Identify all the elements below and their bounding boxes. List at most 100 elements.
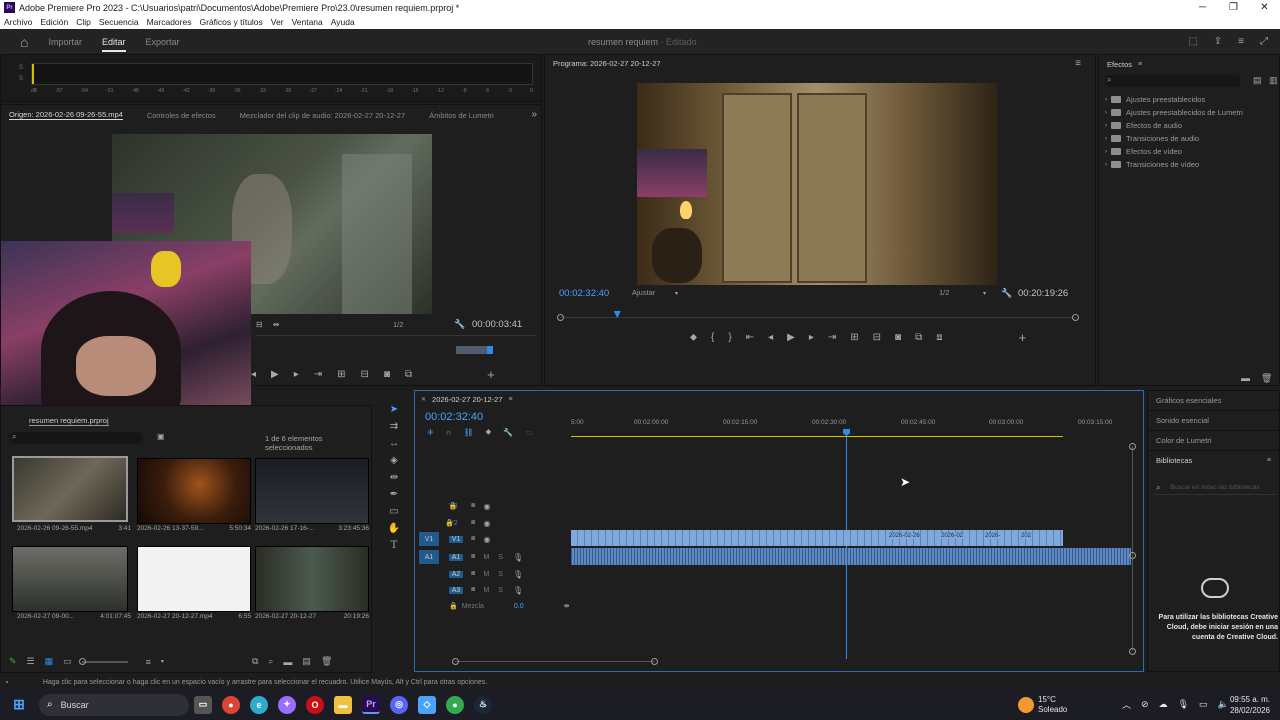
icon-view-icon[interactable]: ▦ bbox=[45, 656, 54, 667]
slip-icon[interactable]: ⇹ bbox=[390, 472, 398, 483]
chevron-down-icon[interactable]: ▾ bbox=[675, 290, 678, 297]
panel-bibliotecas[interactable]: Bibliotecas bbox=[1156, 451, 1192, 471]
sync-lock-icon[interactable]: ⧈ bbox=[471, 535, 475, 543]
new-item-icon[interactable]: ▤ bbox=[302, 656, 311, 667]
mix-end-icon[interactable]: ⇼ bbox=[564, 602, 570, 610]
effects-folder[interactable]: › Ajustes preestablecidos bbox=[1105, 93, 1275, 106]
video-clip[interactable]: 2026-02-26 2026-02 2026- 202 bbox=[571, 530, 1063, 546]
chevron-down-icon[interactable]: ▾ bbox=[983, 290, 986, 297]
project-search-input[interactable]: ⌕ bbox=[9, 432, 143, 444]
audio-clip[interactable] bbox=[571, 548, 1131, 565]
accelerated-effects-icon[interactable]: ▥ bbox=[1269, 75, 1278, 86]
linked-selection-icon[interactable]: ⛓ bbox=[463, 427, 473, 437]
step-forward-icon[interactable]: ▸ bbox=[294, 369, 299, 380]
tab-editar[interactable]: Editar bbox=[101, 37, 126, 52]
solo-button[interactable]: S bbox=[498, 587, 503, 594]
freeform-view-icon[interactable]: ▭ bbox=[63, 656, 72, 667]
clock[interactable]: 09:55 a. m. 28/02/2026 bbox=[1230, 694, 1270, 716]
mark-out-icon[interactable]: } bbox=[728, 332, 731, 343]
track-label[interactable]: A2 bbox=[449, 570, 463, 578]
add-marker-icon[interactable]: ⬥ bbox=[690, 332, 697, 343]
mark-in-icon[interactable]: { bbox=[711, 332, 714, 343]
tab-mezclador-audio[interactable]: Mezclador del clip de audio: 2026-02-27 … bbox=[240, 111, 406, 120]
timeline-timecode[interactable]: 00:02:32:40 bbox=[425, 411, 483, 423]
add-button-icon[interactable]: + bbox=[1019, 330, 1027, 345]
extract-icon[interactable]: ⊟ bbox=[873, 332, 881, 343]
menu-ayuda[interactable]: Ayuda bbox=[331, 17, 355, 27]
lock-icon[interactable]: 🔒 bbox=[449, 602, 458, 610]
premiere-taskbar-icon[interactable]: Pr bbox=[362, 695, 380, 714]
tab-exportar[interactable]: Exportar bbox=[146, 37, 180, 47]
chrome-icon[interactable]: ● bbox=[222, 695, 240, 714]
find-icon[interactable]: ⌕ bbox=[268, 656, 273, 667]
program-fit-select[interactable]: Ajustar bbox=[632, 288, 655, 297]
home-icon[interactable]: ⌂ bbox=[20, 34, 28, 50]
copilot-icon[interactable]: ✦ bbox=[278, 695, 296, 714]
project-item-thumbnail[interactable] bbox=[137, 546, 251, 612]
share-icon[interactable]: ⇪ bbox=[1214, 36, 1222, 47]
discord-icon[interactable]: ◎ bbox=[390, 695, 408, 714]
project-item-thumbnail[interactable] bbox=[137, 458, 251, 524]
source-settings-icon[interactable]: ⊟ bbox=[256, 320, 263, 329]
pen-icon[interactable]: ✒ bbox=[390, 489, 398, 500]
source-patch-v1[interactable]: V1 bbox=[419, 532, 439, 546]
library-icon[interactable]: ▤ bbox=[1253, 75, 1262, 86]
goto-in-icon[interactable]: ⇤ bbox=[746, 332, 754, 343]
sync-lock-icon[interactable]: ⧈ bbox=[471, 502, 475, 510]
solo-button[interactable]: S bbox=[498, 554, 503, 561]
sync-lock-icon[interactable]: ⧈ bbox=[471, 553, 475, 561]
source-patch-a1[interactable]: A1 bbox=[419, 550, 439, 564]
solo-button[interactable]: S bbox=[498, 571, 503, 578]
type-tool-icon[interactable]: T bbox=[391, 540, 398, 551]
pencil-icon[interactable]: ✎ bbox=[9, 656, 17, 667]
zoom-slider[interactable] bbox=[78, 657, 128, 665]
play-icon[interactable]: ▶ bbox=[787, 332, 795, 343]
step-back-icon[interactable]: ◂ bbox=[251, 369, 256, 380]
display-icon[interactable]: ▭ bbox=[1199, 699, 1208, 710]
panel-color-lumetri[interactable]: Color de Lumetri bbox=[1148, 431, 1279, 451]
chrome-icon[interactable]: ● bbox=[446, 695, 464, 714]
step-back-icon[interactable]: ◂ bbox=[768, 332, 773, 343]
source-playhead[interactable] bbox=[487, 346, 493, 354]
menu-archivo[interactable]: Archivo bbox=[4, 17, 32, 27]
program-resolution-select[interactable]: 1/2 bbox=[939, 288, 949, 297]
project-item-thumbnail[interactable] bbox=[255, 546, 369, 612]
workspaces-icon[interactable]: ≡ bbox=[1238, 36, 1244, 47]
effects-folder[interactable]: › Transiciones de vídeo bbox=[1105, 158, 1275, 171]
hand-icon[interactable]: ✋ bbox=[388, 523, 400, 534]
opera-icon[interactable]: O bbox=[306, 695, 324, 714]
time-ruler[interactable]: 5:00 00:02:00:00 00:02:15:00 00:02:30:00… bbox=[571, 419, 1131, 441]
menu-clip[interactable]: Clip bbox=[76, 17, 91, 27]
microphone-icon[interactable]: 🎙 bbox=[513, 553, 523, 562]
new-bin-icon[interactable]: ▬ bbox=[1241, 373, 1250, 383]
compare-icon[interactable]: ⧉ bbox=[405, 369, 412, 380]
track-select-icon[interactable]: ⇉ bbox=[390, 421, 398, 432]
new-bin-icon[interactable]: ▬ bbox=[283, 657, 292, 667]
effects-folder[interactable]: › Efectos de audio bbox=[1105, 119, 1275, 132]
windows-start-icon[interactable]: ⊞ bbox=[10, 696, 28, 714]
mix-value[interactable]: 0.0 bbox=[514, 603, 524, 610]
sequence-menu-icon[interactable]: ≡ bbox=[509, 395, 513, 404]
track-label[interactable]: V1 bbox=[449, 535, 463, 543]
close-sequence-icon[interactable]: ✕ bbox=[421, 395, 426, 404]
camera-icon[interactable]: ◙ bbox=[384, 369, 390, 380]
goto-out-icon[interactable]: ⇥ bbox=[828, 332, 836, 343]
panel-expand-icon[interactable]: » bbox=[531, 109, 537, 120]
project-item-thumbnail[interactable] bbox=[12, 546, 128, 612]
menu-marcadores[interactable]: Marcadores bbox=[147, 17, 192, 27]
lock-icon[interactable]: 🔒 bbox=[445, 502, 461, 510]
program-wrench-icon[interactable]: 🔧 bbox=[1001, 288, 1012, 299]
effects-search-input[interactable]: ⌕ bbox=[1105, 75, 1241, 87]
proxy-toggle-icon[interactable]: ⧈ bbox=[936, 332, 942, 343]
sequence-tab[interactable]: 2026-02-27 20-12-27 bbox=[432, 395, 502, 404]
comparison-view-icon[interactable]: ⧉ bbox=[915, 332, 922, 343]
add-button-icon[interactable]: + bbox=[487, 367, 495, 382]
maximize-button[interactable]: ❐ bbox=[1218, 0, 1249, 15]
microphone-icon[interactable]: 🎙 bbox=[513, 570, 523, 579]
volume-icon[interactable]: 🔈 bbox=[1218, 699, 1229, 710]
clear-icon[interactable]: 🗑 bbox=[321, 656, 332, 667]
source-play-icon[interactable]: ▶ bbox=[271, 369, 279, 380]
eye-icon[interactable]: ◉ bbox=[483, 535, 490, 544]
source-resolution-select[interactable]: 1/2 bbox=[393, 320, 403, 329]
lift-icon[interactable]: ⊞ bbox=[850, 332, 858, 343]
